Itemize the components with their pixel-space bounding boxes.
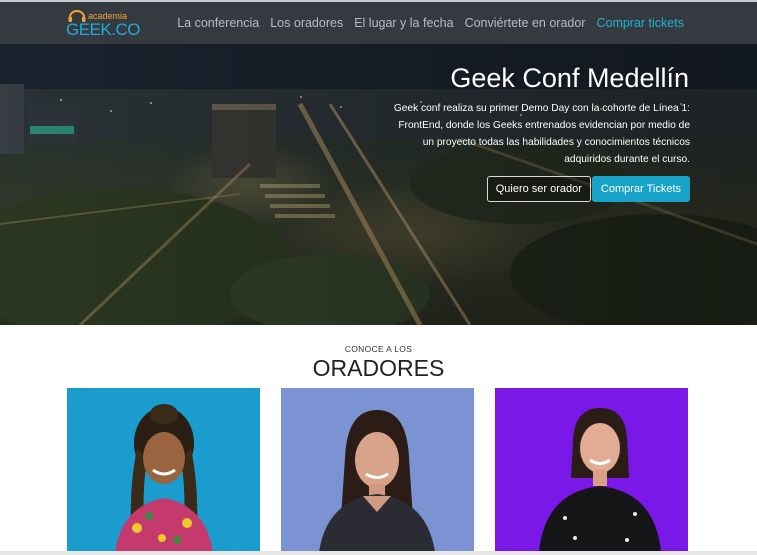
nav-link-lugar-fecha[interactable]: El lugar y la fecha bbox=[354, 16, 453, 30]
speaker-card-2[interactable] bbox=[281, 388, 474, 552]
speaker-photo-3 bbox=[495, 388, 688, 552]
nav-link-oradores[interactable]: Los oradores bbox=[270, 16, 343, 30]
brand-main-text: GEEK.CO bbox=[66, 20, 140, 39]
brand-logo[interactable]: academia GEEK.CO bbox=[66, 9, 140, 41]
speaker-card-3[interactable] bbox=[495, 388, 688, 552]
buy-tickets-button[interactable]: Comprar Tickets bbox=[591, 176, 690, 202]
hero-title: Geek Conf Medellín bbox=[450, 63, 689, 93]
become-speaker-button[interactable]: Quiero ser orador bbox=[486, 176, 591, 202]
nav-link-convertirse-orador[interactable]: Conviértete en orador bbox=[465, 16, 586, 30]
speakers-title: ORADORES bbox=[312, 355, 445, 381]
hero-description: Geek conf realiza su primer Demo Day con… bbox=[393, 103, 690, 165]
speaker-photo-2 bbox=[281, 388, 474, 552]
nav-link-comprar-tickets[interactable]: Comprar tickets bbox=[596, 16, 684, 30]
nav-links: La conferencia Los oradores El lugar y l… bbox=[177, 2, 684, 44]
hero-banner: Geek Conf Medellín Geek conf realiza su … bbox=[0, 44, 757, 325]
nav-link-conferencia[interactable]: La conferencia bbox=[177, 16, 259, 30]
top-navbar: academia GEEK.CO La conferencia Los orad… bbox=[0, 0, 757, 44]
speaker-card-1[interactable] bbox=[67, 388, 260, 552]
page-bottom-edge bbox=[0, 551, 757, 555]
speakers-kicker: CONOCE A LOS bbox=[344, 344, 413, 354]
speaker-photo-1 bbox=[67, 388, 260, 552]
hero-actions: Quiero ser orador Comprar Tickets bbox=[486, 176, 690, 202]
